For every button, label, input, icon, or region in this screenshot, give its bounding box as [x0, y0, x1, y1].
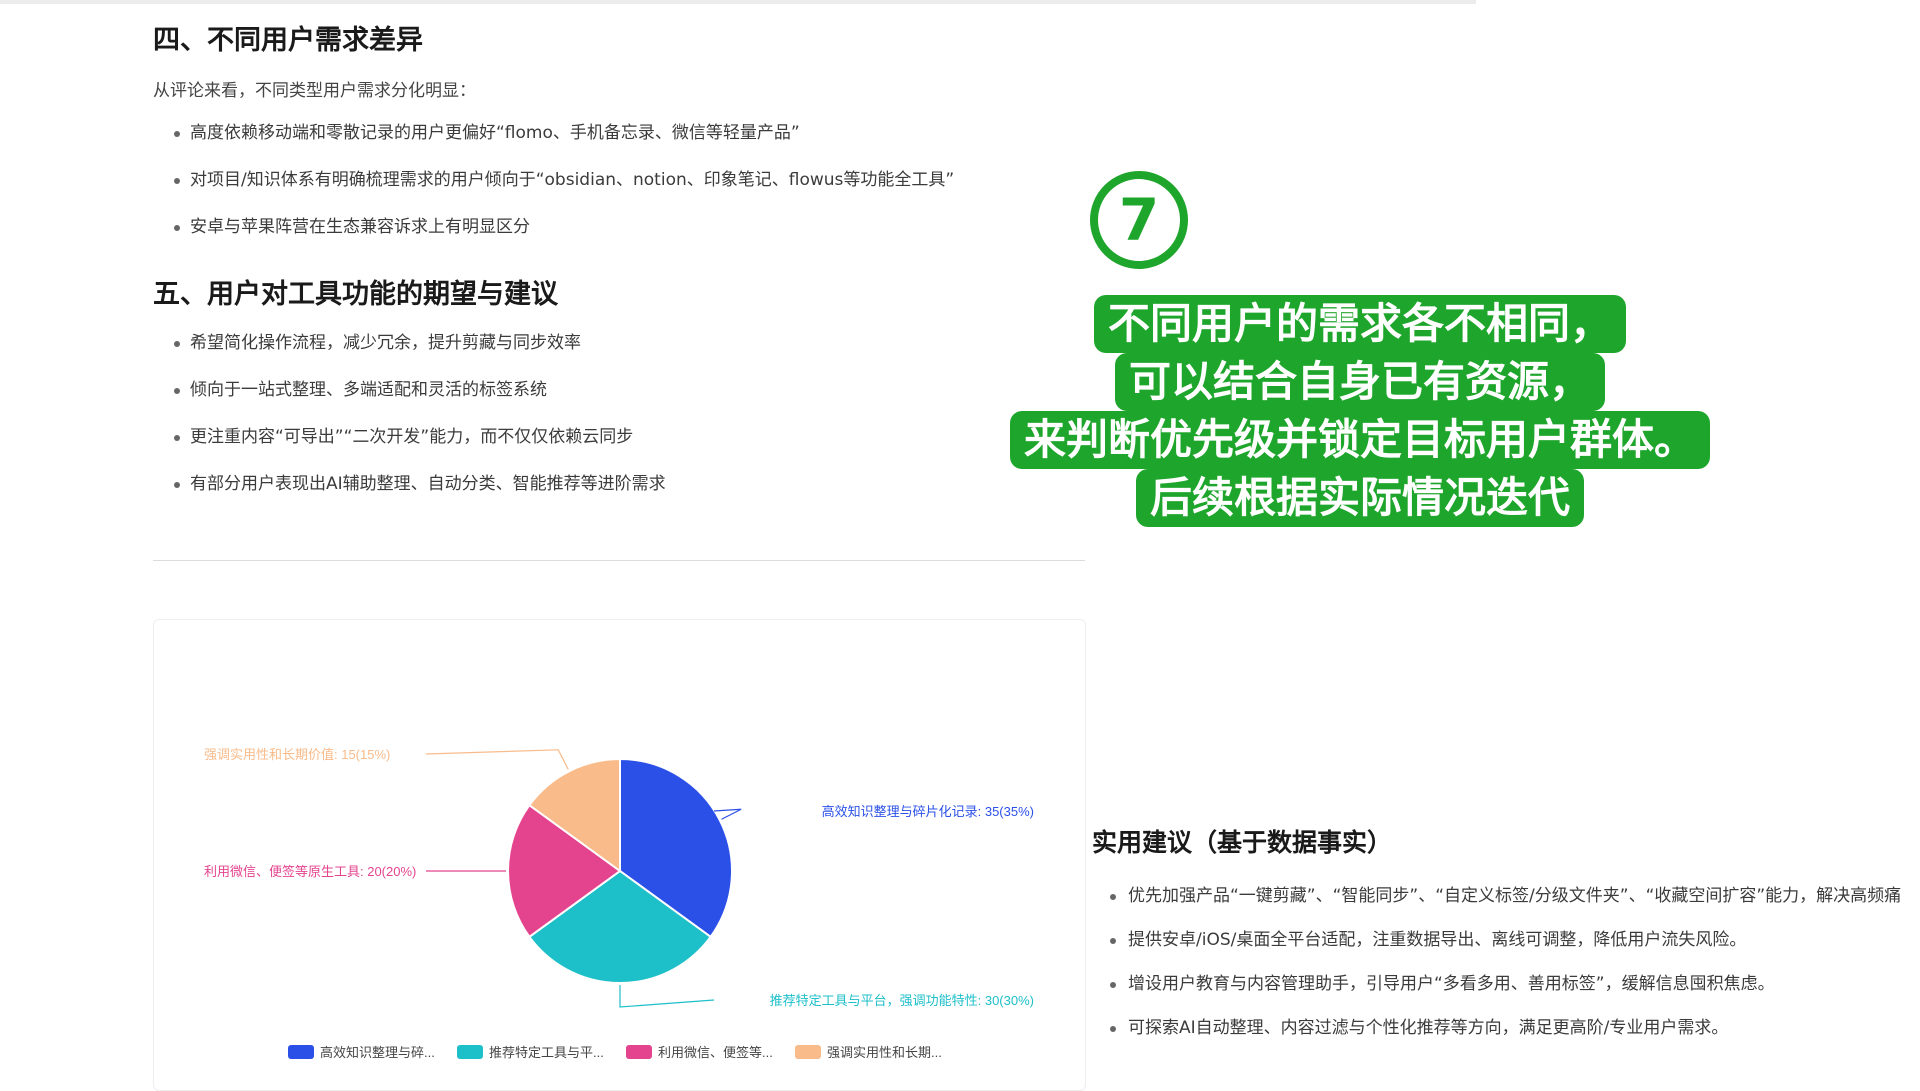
- bullet-icon: [174, 225, 180, 231]
- list-item-text: 倾向于一站式整理、多端适配和灵活的标签系统: [190, 380, 547, 400]
- bullet-icon: [1110, 894, 1116, 900]
- list-item: 可探索AI自动整理、内容过滤与个性化推荐等方向，满足更高阶/专业用户需求。: [1092, 1006, 1920, 1050]
- pie-data-label: 推荐特定工具与平台，强调功能特性: 30(30%): [770, 993, 1034, 1008]
- list-item: 对项目/知识体系有明确梳理需求的用户倾向于“obsidian、notion、印象…: [153, 157, 954, 204]
- callout-line: 后续根据实际情况迭代: [990, 469, 1730, 527]
- legend-swatch[interactable]: [795, 1045, 821, 1059]
- pie-data-label: 高效知识整理与碎片化记录: 35(35%): [822, 804, 1034, 819]
- pie-chart-card: 高效知识整理与碎片化记录: 35(35%) 推荐特定工具与平台，强调功能特性: 3…: [153, 619, 1086, 1091]
- pie-data-label: 强调实用性和长期价值: 15(15%): [204, 747, 390, 762]
- step-number-badge: 7: [1089, 170, 1189, 270]
- bullet-icon: [174, 435, 180, 441]
- section4-intro: 从评论来看，不同类型用户需求分化明显：: [153, 81, 476, 101]
- legend-swatch[interactable]: [288, 1045, 314, 1059]
- bullet-icon: [174, 131, 180, 137]
- bullet-icon: [1110, 982, 1116, 988]
- bullet-icon: [1110, 1026, 1116, 1032]
- list-item: 高度依赖移动端和零散记录的用户更偏好“flomo、手机备忘录、微信等轻量产品”: [153, 110, 954, 157]
- pie-chart: 高效知识整理与碎片化记录: 35(35%) 推荐特定工具与平台，强调功能特性: 3…: [204, 747, 1034, 1060]
- callout-line-text: 不同用户的需求各不相同，: [1093, 295, 1626, 353]
- list-item-text: 对项目/知识体系有明确梳理需求的用户倾向于“obsidian、notion、印象…: [190, 170, 955, 190]
- legend-label[interactable]: 高效知识整理与碎...: [320, 1045, 435, 1060]
- legend-label[interactable]: 推荐特定工具与平...: [489, 1045, 604, 1060]
- bullet-icon: [1110, 938, 1116, 944]
- callout-line: 来判断优先级并锁定目标用户群体。: [990, 411, 1730, 469]
- pie-leader-line: [425, 749, 569, 770]
- list-item: 安卓与苹果阵营在生态兼容诉求上有明显区分: [153, 204, 954, 251]
- callout-line-text: 可以结合自身已有资源，: [1114, 353, 1605, 411]
- bullet-icon: [174, 178, 180, 184]
- top-border: [0, 0, 1476, 4]
- badge-number: 7: [1119, 186, 1159, 254]
- list-item-text: 有部分用户表现出AI辅助整理、自动分类、智能推荐等进阶需求: [190, 474, 666, 494]
- list-item-text: 优先加强产品“一键剪藏”、“智能同步”、“自定义标签/分级文件夹”、“收藏空间扩…: [1128, 886, 1902, 906]
- list-item: 倾向于一站式整理、多端适配和灵活的标签系统: [153, 367, 666, 414]
- list-item-text: 更注重内容“可导出”“二次开发”能力，而不仅仅依赖云同步: [190, 427, 634, 447]
- list-item: 优先加强产品“一键剪藏”、“智能同步”、“自定义标签/分级文件夹”、“收藏空间扩…: [1092, 874, 1920, 918]
- legend-swatch[interactable]: [626, 1045, 652, 1059]
- list-item-text: 可探索AI自动整理、内容过滤与个性化推荐等方向，满足更高阶/专业用户需求。: [1128, 1018, 1729, 1038]
- list-item: 增设用户教育与内容管理助手，引导用户“多看多用、善用标签”，缓解信息囤积焦虑。: [1092, 962, 1920, 1006]
- list-item-text: 增设用户教育与内容管理助手，引导用户“多看多用、善用标签”，缓解信息囤积焦虑。: [1128, 974, 1775, 994]
- legend-label[interactable]: 利用微信、便签等...: [658, 1045, 773, 1060]
- bullet-icon: [174, 341, 180, 347]
- section4-list: 高度依赖移动端和零散记录的用户更偏好“flomo、手机备忘录、微信等轻量产品” …: [153, 110, 954, 251]
- suggestions-list: 优先加强产品“一键剪藏”、“智能同步”、“自定义标签/分级文件夹”、“收藏空间扩…: [1092, 874, 1920, 1050]
- list-item-text: 希望简化操作流程，减少冗余，提升剪藏与同步效率: [190, 333, 581, 353]
- bullet-icon: [174, 388, 180, 394]
- callout-line-text: 后续根据实际情况迭代: [1135, 469, 1584, 527]
- legend-label[interactable]: 强调实用性和长期...: [827, 1045, 942, 1060]
- section5-list: 希望简化操作流程，减少冗余，提升剪藏与同步效率 倾向于一站式整理、多端适配和灵活…: [153, 320, 666, 508]
- pie-leader-line: [619, 985, 715, 1008]
- list-item: 希望简化操作流程，减少冗余，提升剪藏与同步效率: [153, 320, 666, 367]
- section4-heading: 四、不同用户需求差异: [153, 25, 423, 56]
- list-item: 提供安卓/iOS/桌面全平台适配，注重数据导出、离线可调整，降低用户流失风险。: [1092, 918, 1920, 962]
- circled-number-icon: 7: [1090, 171, 1188, 269]
- list-item-text: 安卓与苹果阵营在生态兼容诉求上有明显区分: [190, 217, 530, 237]
- callout-line-text: 来判断优先级并锁定目标用户群体。: [1009, 411, 1710, 469]
- legend-swatch[interactable]: [457, 1045, 483, 1059]
- pie-data-label: 利用微信、便签等原生工具: 20(20%): [204, 864, 416, 879]
- bullet-icon: [174, 482, 180, 488]
- suggestions-heading: 实用建议（基于数据事实）: [1092, 828, 1393, 857]
- section5-heading: 五、用户对工具功能的期望与建议: [153, 279, 558, 310]
- callout-line: 可以结合自身已有资源，: [990, 353, 1730, 411]
- suggestions-section: 实用建议（基于数据事实） 优先加强产品“一键剪藏”、“智能同步”、“自定义标签/…: [1092, 820, 1920, 1050]
- highlight-callout: 不同用户的需求各不相同， 可以结合自身已有资源， 来判断优先级并锁定目标用户群体…: [990, 295, 1730, 527]
- list-item: 有部分用户表现出AI辅助整理、自动分类、智能推荐等进阶需求: [153, 461, 666, 508]
- list-item-text: 提供安卓/iOS/桌面全平台适配，注重数据导出、离线可调整，降低用户流失风险。: [1128, 930, 1747, 950]
- list-item: 更注重内容“可导出”“二次开发”能力，而不仅仅依赖云同步: [153, 414, 666, 461]
- section-divider: [153, 560, 1085, 561]
- list-item-text: 高度依赖移动端和零散记录的用户更偏好“flomo、手机备忘录、微信等轻量产品”: [190, 123, 800, 143]
- callout-line: 不同用户的需求各不相同，: [990, 295, 1730, 353]
